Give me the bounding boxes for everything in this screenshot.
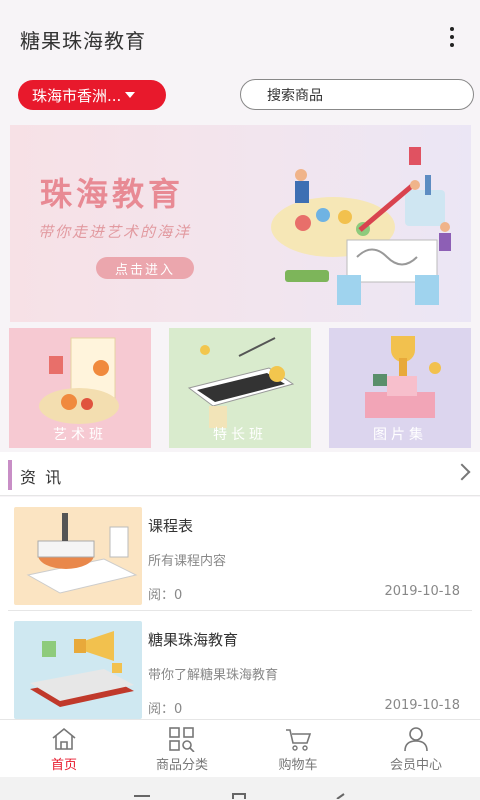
search-placeholder: 搜索商品 xyxy=(267,87,323,104)
tile-label: 特长班 xyxy=(213,427,267,443)
news-description: 带你了解糖果珠海教育 xyxy=(148,668,279,683)
tile-label: 艺术班 xyxy=(53,427,107,443)
news-read-count: 阅：0 xyxy=(148,588,183,603)
news-thumbnail xyxy=(14,507,142,605)
location-selector[interactable]: 珠海市香洲... xyxy=(18,80,166,110)
tab-label: 首页 xyxy=(50,758,77,773)
home-icon xyxy=(52,727,76,750)
more-options-icon[interactable] xyxy=(444,25,460,49)
caret-down-icon xyxy=(125,92,136,98)
menu-icon[interactable] xyxy=(134,793,150,799)
tab-label: 商品分类 xyxy=(155,758,208,773)
news-thumbnail xyxy=(14,621,142,719)
course-thumbnail-illustration xyxy=(26,513,138,594)
news-list: 课程表 所有课程内容 阅：0 2019-10-18 糖果珠海教育 带你了解糖果珠… xyxy=(0,497,480,719)
news-item[interactable]: 糖果珠海教育 带你了解糖果珠海教育 阅：0 2019-10-18 xyxy=(0,611,480,723)
banner-enter-button[interactable]: 点击进入 xyxy=(96,257,194,279)
news-title: 课程表 xyxy=(148,517,194,535)
book-megaphone-illustration xyxy=(30,631,134,707)
tile-label: 图片集 xyxy=(373,427,427,443)
search-input[interactable]: 搜索商品 xyxy=(240,79,474,110)
category-tiles: 艺术班 特长班 图片集 xyxy=(9,328,471,448)
promo-banner[interactable]: 珠海教育 带你走进艺术的海洋 点击进入 xyxy=(10,125,471,322)
banner-subtitle: 带你走进艺术的海洋 xyxy=(38,223,192,241)
tab-label: 会员中心 xyxy=(389,758,442,773)
system-nav-bar xyxy=(0,777,480,800)
cart-icon xyxy=(286,729,312,751)
news-read-count: 阅：0 xyxy=(148,702,183,717)
location-label: 珠海市香洲... xyxy=(32,86,122,105)
tile-art-class[interactable]: 艺术班 xyxy=(9,328,151,448)
tab-cart[interactable]: 购物车 xyxy=(238,720,358,778)
top-bar: 糖果珠海教育 xyxy=(0,0,480,76)
location-search-bar: 珠海市香洲... 搜索商品 xyxy=(0,76,480,120)
app-title: 糖果珠海教育 xyxy=(20,29,146,53)
user-icon xyxy=(404,727,428,752)
tab-member-center[interactable]: 会员中心 xyxy=(356,720,476,778)
tab-categories[interactable]: 商品分类 xyxy=(122,720,242,778)
banner-title: 珠海教育 xyxy=(40,175,185,213)
tab-home[interactable]: 首页 xyxy=(4,720,124,778)
tile-gallery[interactable]: 图片集 xyxy=(329,328,471,448)
grid-search-icon xyxy=(169,727,195,752)
news-section-title: 资 讯 xyxy=(20,468,64,487)
chevron-right-icon[interactable] xyxy=(453,463,471,481)
tile-talent-class[interactable]: 特长班 xyxy=(169,328,311,448)
news-title: 糖果珠海教育 xyxy=(148,631,239,649)
section-accent-bar xyxy=(8,460,12,490)
home-nav-icon[interactable] xyxy=(232,793,246,799)
news-item[interactable]: 课程表 所有课程内容 阅：0 2019-10-18 xyxy=(0,497,480,611)
news-section-header[interactable]: 资 讯 xyxy=(0,452,480,496)
news-date: 2019-10-18 xyxy=(384,584,460,599)
back-icon[interactable] xyxy=(334,793,346,799)
news-date: 2019-10-18 xyxy=(384,698,460,713)
art-palette-illustration xyxy=(271,147,451,305)
news-description: 所有课程内容 xyxy=(148,554,227,569)
tab-label: 购物车 xyxy=(278,758,318,773)
bottom-tab-bar: 首页 商品分类 购物车 会员中心 xyxy=(0,719,480,777)
